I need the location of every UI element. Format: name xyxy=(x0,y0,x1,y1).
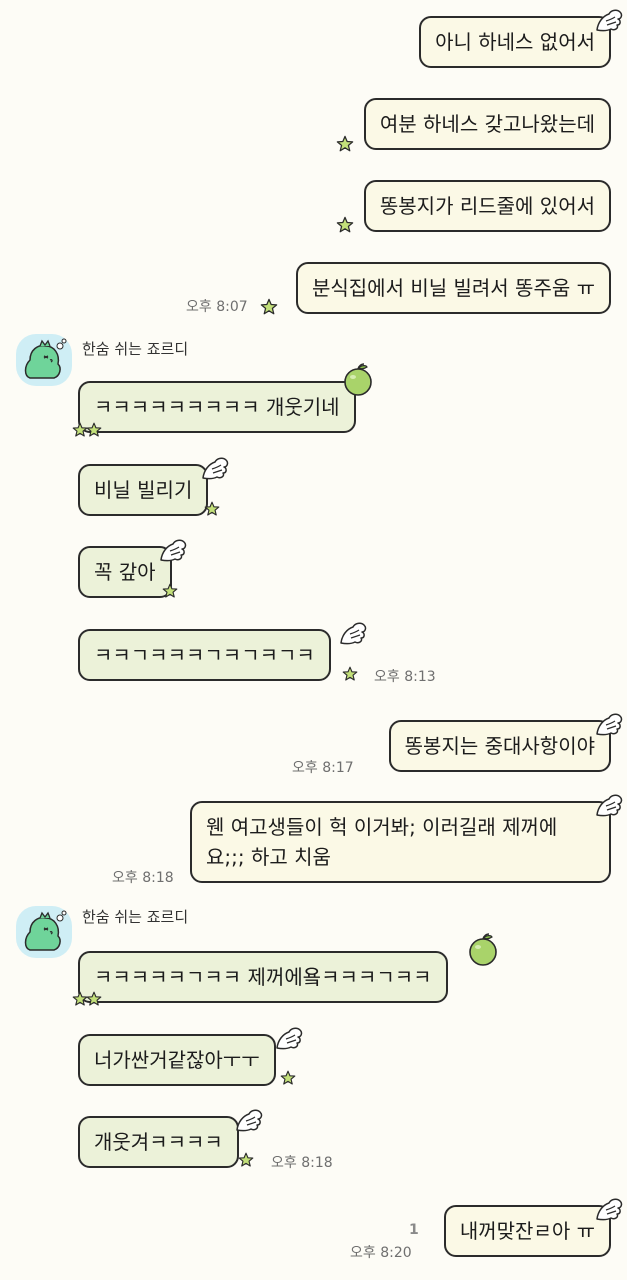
friend-message-bubble[interactable]: ㅋㅋㅋㅋㅋㅋㅋㅋㅋ 개웃기네 xyxy=(78,381,356,433)
star-icon xyxy=(86,422,102,438)
message-timestamp: 오후 8:07 xyxy=(186,299,248,315)
my-message-bubble[interactable]: 웬 여고생들이 헉 이거봐; 이러길래 제꺼에요;;; 하고 치움 xyxy=(190,801,611,883)
my-message-bubble[interactable]: 아니 하네스 없어서 xyxy=(419,16,611,68)
apple-icon xyxy=(467,933,499,967)
wing-icon xyxy=(594,712,624,738)
star-icon xyxy=(162,583,178,599)
star-icon xyxy=(204,501,220,517)
friend-message-bubble[interactable]: 비닐 빌리기 xyxy=(78,464,209,516)
message-timestamp: 오후 8:18 xyxy=(271,1155,333,1171)
my-message-bubble[interactable]: 똥봉지는 중대사항이야 xyxy=(388,720,611,772)
wing-icon xyxy=(594,8,624,34)
star-icon xyxy=(86,991,102,1007)
message-timestamp: 오후 8:13 xyxy=(374,669,436,685)
my-message-bubble[interactable]: 여분 하네스 갖고나왔는데 xyxy=(363,98,611,150)
friend-message-bubble[interactable]: 개웃겨ㅋㅋㅋㅋ xyxy=(78,1116,239,1168)
my-message-bubble[interactable]: 내꺼맞잔ㄹ아 ㅠ xyxy=(443,1205,611,1257)
wing-icon xyxy=(274,1026,304,1052)
star-icon xyxy=(260,298,278,316)
dino-avatar-icon xyxy=(16,906,72,958)
message-timestamp: 오후 8:20 xyxy=(350,1245,412,1261)
wing-icon xyxy=(234,1108,264,1134)
wing-icon xyxy=(594,1197,624,1223)
apple-icon xyxy=(342,363,374,397)
star-icon xyxy=(336,135,354,153)
dino-avatar-icon xyxy=(16,334,72,386)
wing-icon xyxy=(200,456,230,482)
star-icon xyxy=(336,216,354,234)
friend-message-bubble[interactable]: 너가싼거같잖아ㅜㅜ xyxy=(78,1034,276,1086)
star-icon xyxy=(238,1152,254,1168)
friend-avatar[interactable] xyxy=(16,906,72,958)
wing-icon xyxy=(594,793,624,819)
wing-icon xyxy=(338,621,368,647)
friend-avatar[interactable] xyxy=(16,334,72,386)
friend-message-bubble[interactable]: ㅋㅋㅋㅋㅋㄱㅋㅋ 제꺼에욬ㅋㅋㅋㄱㅋㅋ xyxy=(78,951,448,1003)
star-icon xyxy=(280,1070,296,1086)
unread-count: 1 xyxy=(409,1222,419,1238)
sender-name: 한숨 쉬는 죠르디 xyxy=(82,340,189,358)
friend-message-bubble[interactable]: ㅋㅋㄱㅋㅋㅋㄱㅋㄱㅋㄱㅋ xyxy=(78,629,331,681)
my-message-bubble[interactable]: 똥봉지가 리드줄에 있어서 xyxy=(363,180,611,232)
message-timestamp: 오후 8:18 xyxy=(112,870,174,886)
sender-name: 한숨 쉬는 죠르디 xyxy=(82,908,189,926)
chat-screen: { "messages": [ {"text": "아니 하네스 없어서"}, … xyxy=(0,0,627,1280)
my-message-bubble[interactable]: 분식집에서 비닐 빌려서 똥주움 ㅠ xyxy=(295,262,611,314)
star-icon xyxy=(342,666,358,682)
wing-icon xyxy=(158,538,188,564)
message-timestamp: 오후 8:17 xyxy=(292,760,354,776)
